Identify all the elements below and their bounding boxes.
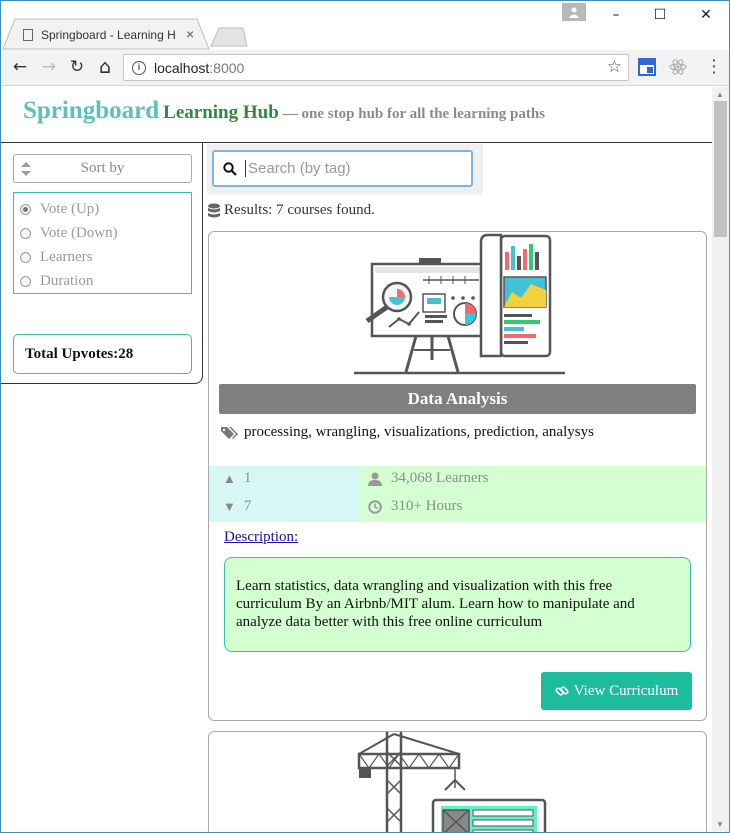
browser-toolbar: ← → ↻ ⌂ i localhost:8000 ☆ ⋮ [1, 50, 729, 86]
data-analysis-illustration [354, 233, 565, 375]
brand-name[interactable]: Springboard [23, 97, 159, 124]
info-icon[interactable]: i [132, 60, 146, 75]
browser-tab[interactable]: Springboard - Learning H [23, 21, 193, 49]
learners-stat: 34,068 Learners [368, 470, 488, 487]
learners-count: 34,068 Learners [391, 470, 489, 486]
view-curriculum-button[interactable]: View Curriculum [541, 672, 692, 710]
total-upvotes: Total Upvotes:28 [13, 334, 192, 374]
total-upvotes-label: Total Upvotes: [25, 346, 119, 362]
upvote-stat[interactable]: ▲ 1 [223, 470, 251, 487]
description-link[interactable]: Description: [224, 529, 298, 546]
sidebar: Sort by Vote (Up) Vote (Down) Learners D… [1, 143, 203, 384]
sort-option-vote-down[interactable]: Vote (Down) [20, 221, 191, 245]
search-input[interactable] [245, 160, 465, 177]
sort-by-label: Sort by [80, 160, 125, 176]
sort-option-label: Learners [40, 248, 93, 265]
tab-title: Springboard - Learning H [41, 28, 176, 42]
upvote-count: 1 [243, 470, 252, 486]
scroll-down-icon[interactable]: ▼ [716, 820, 724, 829]
brand-sub: Learning Hub [163, 102, 279, 123]
search-box[interactable] [212, 150, 473, 187]
user-icon [368, 472, 382, 486]
page-scrollbar[interactable]: ▲ ▼ [712, 87, 729, 832]
reload-button[interactable]: ↻ [66, 56, 88, 78]
new-tab-button[interactable] [209, 27, 249, 47]
address-bar[interactable]: i localhost:8000 ☆ [123, 54, 629, 81]
extension-icon[interactable] [638, 58, 656, 76]
downvote-count: 7 [243, 498, 252, 514]
clock-icon [368, 499, 382, 514]
browser-window: Springboard - Learning H × – ☐ ✕ ← → ↻ ⌂… [0, 0, 730, 833]
sort-icon [21, 162, 31, 176]
hours-stat: 310+ Hours [368, 498, 462, 515]
minimize-button[interactable]: – [601, 5, 631, 25]
total-upvotes-value: 28 [118, 346, 134, 362]
course-tags-text: processing, wrangling, visualizations, p… [244, 424, 594, 440]
url-port: :8000 [209, 59, 245, 76]
url-host: localhost [154, 59, 210, 76]
sort-by-button[interactable]: Sort by [13, 154, 192, 183]
radio-vote-up[interactable] [20, 203, 31, 215]
results-summary: Results: 7 courses found. [207, 202, 375, 219]
downvote-icon[interactable]: ▼ [223, 499, 236, 515]
course-card: Data Analysis processing, wrangling, vis… [208, 231, 707, 721]
profile-icon[interactable] [562, 3, 586, 21]
brand-tagline: — one stop hub for all the learning path… [282, 106, 546, 122]
title-bar: Springboard - Learning H × – ☐ ✕ [1, 1, 729, 50]
back-button[interactable]: ← [9, 56, 31, 78]
page-icon [23, 29, 33, 41]
sort-option-label: Vote (Down) [40, 224, 118, 241]
scroll-up-icon[interactable]: ▲ [716, 90, 724, 99]
scrollbar-thumb[interactable] [714, 101, 727, 237]
sort-option-duration[interactable]: Duration [20, 269, 191, 293]
view-curriculum-label: View Curriculum [573, 682, 679, 699]
description-box: Learn statistics, data wrangling and vis… [224, 557, 691, 652]
upvote-icon[interactable]: ▲ [223, 471, 236, 487]
course-title: Data Analysis [219, 384, 696, 414]
search-icon [223, 161, 237, 176]
react-devtools-icon[interactable] [669, 58, 687, 76]
link-icon [555, 686, 569, 696]
hours-count: 310+ Hours [391, 498, 463, 514]
sort-options: Vote (Up) Vote (Down) Learners Duration [13, 192, 192, 294]
close-window-button[interactable]: ✕ [691, 5, 721, 25]
home-button[interactable]: ⌂ [94, 56, 116, 78]
construction-illustration [357, 732, 547, 832]
radio-duration[interactable] [20, 275, 31, 287]
page-header: Springboard Learning Hub — one stop hub … [23, 97, 545, 125]
course-card [208, 731, 707, 832]
maximize-button[interactable]: ☐ [645, 5, 675, 25]
downvote-stat[interactable]: ▼ 7 [223, 498, 251, 515]
page-viewport: Springboard Learning Hub — one stop hub … [1, 87, 712, 832]
sort-option-label: Vote (Up) [40, 200, 100, 217]
tags-icon [221, 426, 238, 439]
search-area [207, 144, 483, 195]
sort-option-learners[interactable]: Learners [20, 245, 191, 269]
sort-option-vote-up[interactable]: Vote (Up) [20, 197, 191, 221]
browser-menu-icon[interactable]: ⋮ [705, 56, 723, 78]
forward-button[interactable]: → [38, 56, 60, 78]
course-tags: processing, wrangling, visualizations, p… [221, 424, 594, 441]
radio-learners[interactable] [20, 251, 31, 263]
sort-option-label: Duration [40, 272, 94, 289]
radio-vote-down[interactable] [20, 227, 31, 239]
database-icon [208, 203, 220, 217]
bookmark-star-icon[interactable]: ☆ [607, 57, 622, 77]
results-text: Results: 7 courses found. [224, 202, 375, 218]
tab-close-icon[interactable]: × [186, 26, 194, 42]
